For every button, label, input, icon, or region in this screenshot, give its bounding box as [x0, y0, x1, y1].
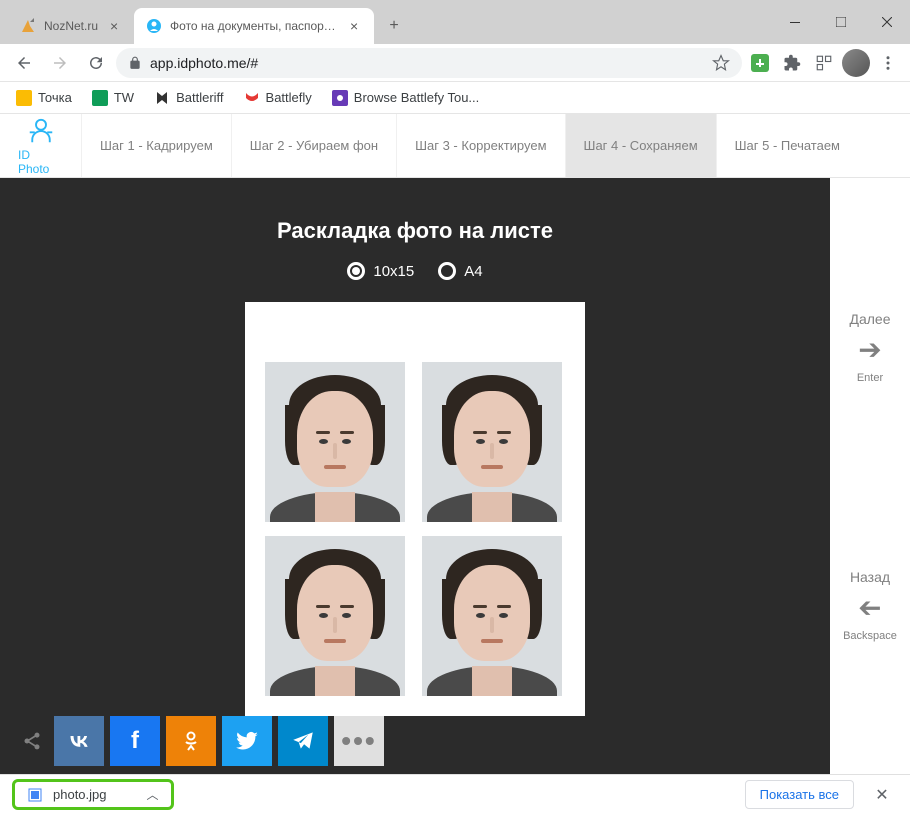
file-icon [27, 787, 43, 803]
step-1[interactable]: Шаг 1 - Кадрируем [82, 114, 232, 177]
id-photo [265, 536, 405, 696]
radio-10x15[interactable]: 10x15 [347, 262, 414, 280]
bookmark-item[interactable]: Battlefly [236, 86, 320, 110]
reload-button[interactable] [80, 47, 112, 79]
next-button[interactable]: Далее ➔ Enter [849, 311, 890, 384]
radio-icon [347, 262, 365, 280]
share-more[interactable]: ••• [334, 716, 384, 766]
close-icon[interactable]: × [346, 18, 362, 34]
steps-nav: ID Photo Шаг 1 - Кадрируем Шаг 2 - Убира… [0, 114, 910, 178]
arrow-right-icon: ➔ [858, 333, 881, 366]
new-tab-button[interactable]: + [380, 12, 408, 40]
window-close-button[interactable] [864, 0, 910, 44]
minimize-button[interactable] [772, 0, 818, 44]
share-ok[interactable] [166, 716, 216, 766]
bookmark-item[interactable]: Browse Battlefy Tou... [324, 86, 488, 110]
forward-button[interactable] [44, 47, 76, 79]
bookmarks-bar: Точка TW Battleriff Battlefly Browse Bat… [0, 82, 910, 114]
id-photo [422, 536, 562, 696]
canvas-title: Раскладка фото на листе [277, 218, 553, 244]
close-icon[interactable]: × [106, 18, 122, 34]
address-bar: app.idphoto.me/# [0, 44, 910, 82]
download-item[interactable]: photo.jpg ︿ [12, 779, 174, 810]
tab-title: NozNet.ru [44, 19, 98, 33]
bookmark-item[interactable]: Battleriff [146, 86, 231, 110]
step-5[interactable]: Шаг 5 - Печатаем [717, 114, 858, 177]
back-nav-button[interactable]: Назад ➔ Backspace [843, 569, 897, 642]
bookmark-icon [154, 90, 170, 106]
downloads-bar: photo.jpg ︿ Показать все ✕ [0, 774, 910, 814]
share-telegram[interactable] [278, 716, 328, 766]
download-filename: photo.jpg [53, 787, 107, 802]
step-3[interactable]: Шаг 3 - Корректируем [397, 114, 565, 177]
step-4[interactable]: Шаг 4 - Сохраняем [566, 114, 717, 177]
radio-icon [438, 262, 456, 280]
maximize-button[interactable] [818, 0, 864, 44]
canvas-area: Раскладка фото на листе 10x15 A4 f ••• [0, 178, 830, 774]
menu-button[interactable] [874, 49, 902, 77]
lock-icon [128, 56, 142, 70]
url-text: app.idphoto.me/# [150, 55, 258, 71]
brand-logo[interactable]: ID Photo [0, 114, 82, 177]
share-facebook[interactable]: f [110, 716, 160, 766]
bookmark-icon [244, 90, 260, 106]
reading-list-icon[interactable] [810, 49, 838, 77]
close-downloads-bar[interactable]: ✕ [866, 779, 898, 811]
back-button[interactable] [8, 47, 40, 79]
favicon-icon [20, 18, 36, 34]
bookmark-icon [332, 90, 348, 106]
window-titlebar: NozNet.ru × Фото на документы, паспорта,… [0, 0, 910, 44]
photo-sheet [245, 302, 585, 716]
bookmark-item[interactable]: TW [84, 86, 142, 110]
browser-tab-active[interactable]: Фото на документы, паспорта, × [134, 8, 374, 44]
id-photo [265, 362, 405, 522]
star-icon[interactable] [712, 54, 730, 72]
bookmark-item[interactable]: Точка [8, 86, 80, 110]
radio-a4[interactable]: A4 [438, 262, 482, 280]
bookmark-icon [16, 90, 32, 106]
chevron-up-icon[interactable]: ︿ [147, 786, 159, 803]
share-vk[interactable] [54, 716, 104, 766]
extensions-button[interactable] [778, 49, 806, 77]
show-all-downloads[interactable]: Показать все [745, 780, 854, 809]
side-panel: Далее ➔ Enter Назад ➔ Backspace [830, 178, 910, 774]
idphoto-icon [26, 116, 56, 146]
tab-title: Фото на документы, паспорта, [170, 19, 338, 33]
id-photo [422, 362, 562, 522]
bookmark-icon [92, 90, 108, 106]
favicon-icon [146, 18, 162, 34]
url-input[interactable]: app.idphoto.me/# [116, 48, 742, 78]
share-twitter[interactable] [222, 716, 272, 766]
share-icon[interactable] [16, 720, 48, 762]
profile-avatar[interactable] [842, 49, 870, 77]
share-bar: f ••• [16, 716, 384, 766]
arrow-left-icon: ➔ [858, 591, 881, 624]
extension-icon[interactable] [746, 49, 774, 77]
browser-tab[interactable]: NozNet.ru × [8, 8, 134, 44]
step-2[interactable]: Шаг 2 - Убираем фон [232, 114, 397, 177]
